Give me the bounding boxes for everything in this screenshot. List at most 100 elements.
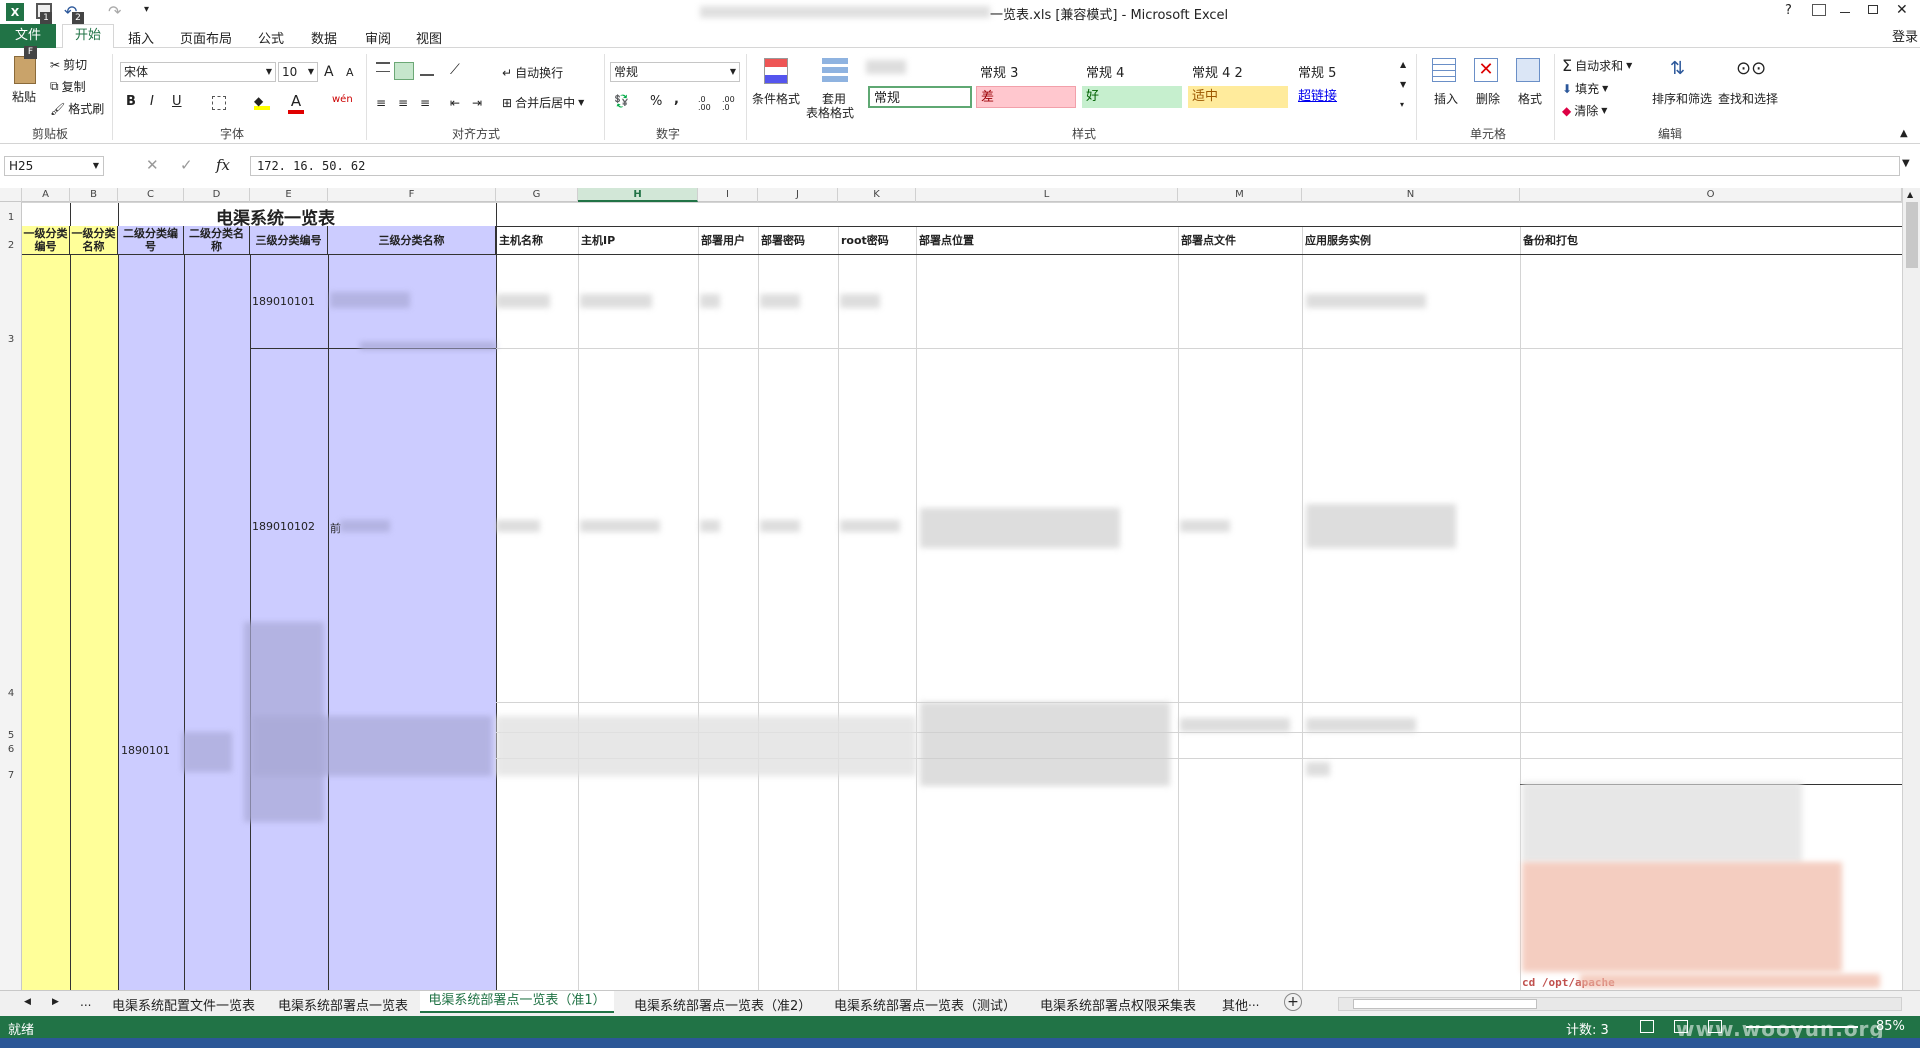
row-header-3[interactable]: 3 xyxy=(0,334,22,345)
sheet-tab-deploy-test[interactable]: 电渠系统部署点一览表（测试） xyxy=(834,995,1016,1014)
border-icon[interactable] xyxy=(212,96,226,110)
insert-function-icon[interactable]: fx xyxy=(216,156,230,174)
cell-e3[interactable]: 189010101 xyxy=(252,295,315,308)
decrease-decimal-icon[interactable]: .00 .0 xyxy=(722,96,744,112)
row-header-4[interactable]: 4 xyxy=(0,688,22,699)
delete-cells-button[interactable]: 删除 xyxy=(1476,90,1500,107)
row-header-1[interactable]: 1 xyxy=(0,212,22,223)
font-color-icon[interactable]: A xyxy=(288,92,304,114)
tab-review[interactable]: 审阅 xyxy=(365,28,391,47)
redo-icon[interactable]: ↷ xyxy=(108,2,121,21)
tab-page-layout[interactable]: 页面布局 xyxy=(180,28,232,47)
find-select-button[interactable]: 查找和选择 xyxy=(1718,90,1778,107)
row-header-5[interactable]: 5 xyxy=(0,730,22,741)
style-normal-4[interactable]: 常规 4 xyxy=(1086,62,1124,81)
collapse-ribbon-icon[interactable]: ▲ xyxy=(1900,128,1908,139)
styles-scroll-up-icon[interactable]: ▲ xyxy=(1400,60,1406,69)
align-right-icon[interactable]: ≡ xyxy=(420,96,430,110)
cell-c-merged[interactable]: 1890101 xyxy=(121,744,170,757)
align-middle-icon[interactable] xyxy=(394,62,414,80)
fill-button[interactable]: ⬇ 填充 ▼ xyxy=(1562,80,1608,97)
restore-button[interactable] xyxy=(1868,5,1878,14)
column-header-h[interactable]: H xyxy=(578,188,698,202)
select-all-corner[interactable] xyxy=(0,188,22,202)
column-header-f[interactable]: F xyxy=(328,188,496,202)
customize-qat-icon[interactable]: ▾ xyxy=(144,4,149,15)
currency-icon[interactable]: 💱 xyxy=(614,94,629,108)
cancel-entry-icon[interactable]: ✕ xyxy=(146,156,159,174)
tab-view[interactable]: 视图 xyxy=(416,28,442,47)
align-center-icon[interactable]: ≡ xyxy=(398,96,408,110)
italic-button[interactable]: I xyxy=(150,94,154,109)
style-neutral[interactable]: 适中 xyxy=(1188,86,1288,108)
normal-view-icon[interactable] xyxy=(1640,1020,1654,1033)
row-header-6[interactable]: 6 xyxy=(0,744,22,755)
tab-more-right[interactable]: ... xyxy=(1248,995,1259,1009)
column-header-j[interactable]: J xyxy=(758,188,838,202)
styles-scroll-down-icon[interactable]: ▼ xyxy=(1400,80,1406,89)
column-header-o[interactable]: O xyxy=(1520,188,1902,202)
sheet-tab-deploy-zhun2[interactable]: 电渠系统部署点一览表（准2） xyxy=(634,995,811,1014)
increase-indent-icon[interactable]: ⇥ xyxy=(472,96,482,110)
vertical-scrollbar[interactable]: ▲ xyxy=(1902,188,1920,990)
bold-button[interactable]: B xyxy=(126,94,136,109)
style-good[interactable]: 好 xyxy=(1082,86,1182,108)
format-cells-button[interactable]: 格式 xyxy=(1518,90,1542,107)
tab-insert[interactable]: 插入 xyxy=(128,28,154,47)
comma-button[interactable]: , xyxy=(674,92,679,107)
column-header-e[interactable]: E xyxy=(250,188,328,202)
worksheet-grid[interactable]: 1 2 3 4 5 6 7 电渠系统一览表 一级分类编号 一级分类名称 二级分类… xyxy=(0,202,1902,992)
tab-nav-left-icon[interactable]: ◀ xyxy=(24,997,31,1007)
format-painter-button[interactable]: 🖌 格式刷 xyxy=(50,100,104,117)
login-link[interactable]: 登录 xyxy=(1892,26,1918,45)
style-bad[interactable]: 差 xyxy=(976,86,1076,108)
column-header-b[interactable]: B xyxy=(70,188,118,202)
shrink-font-button[interactable]: A xyxy=(346,66,354,79)
column-header-k[interactable]: K xyxy=(838,188,916,202)
decrease-indent-icon[interactable]: ⇤ xyxy=(450,96,460,110)
merge-center-button[interactable]: ⊞ 合并后居中 ▼ xyxy=(502,94,584,111)
clear-button[interactable]: ◆ 清除 ▼ xyxy=(1562,102,1607,119)
name-box[interactable]: H25 ▼ xyxy=(4,156,104,176)
sort-filter-button[interactable]: 排序和筛选 xyxy=(1652,90,1712,107)
sheet-tab-other[interactable]: 其他 xyxy=(1222,995,1248,1014)
font-name-select[interactable]: 宋体 ▼ xyxy=(120,62,276,82)
underline-button[interactable]: U xyxy=(172,94,182,109)
zoom-level[interactable]: 85% xyxy=(1876,1019,1905,1034)
cut-button[interactable]: ✂ 剪切 xyxy=(50,56,87,73)
style-normal[interactable]: 常规 xyxy=(868,86,972,108)
close-button[interactable]: ✕ xyxy=(1896,2,1908,18)
row-header-7[interactable]: 7 xyxy=(0,770,22,781)
number-format-select[interactable]: 常规 ▼ xyxy=(610,62,740,82)
row-header-2[interactable]: 2 xyxy=(0,240,22,251)
align-left-icon[interactable]: ≡ xyxy=(376,96,386,110)
horizontal-scroll-thumb[interactable] xyxy=(1353,999,1537,1009)
fill-color-icon[interactable]: ◆ xyxy=(254,94,270,110)
tab-data[interactable]: 数据 xyxy=(311,28,337,47)
autosum-button[interactable]: Σ 自动求和 ▼ xyxy=(1562,56,1632,75)
sheet-tab-deploy[interactable]: 电渠系统部署点一览表 xyxy=(278,995,408,1014)
minimize-button[interactable] xyxy=(1840,12,1850,13)
paste-button[interactable]: 粘贴 xyxy=(12,88,36,105)
column-header-a[interactable]: A xyxy=(22,188,70,202)
sheet-tab-config[interactable]: 电渠系统配置文件一览表 xyxy=(112,995,255,1014)
wrap-text-button[interactable]: ↵ 自动换行 xyxy=(502,64,563,81)
tab-nav-right-icon[interactable]: ▶ xyxy=(52,997,59,1007)
tab-more-left[interactable]: ... xyxy=(80,995,91,1009)
column-header-l[interactable]: L xyxy=(916,188,1178,202)
align-bottom-icon[interactable] xyxy=(420,66,434,76)
column-header-i[interactable]: I xyxy=(698,188,758,202)
styles-more-icon[interactable]: ▾ xyxy=(1400,100,1404,109)
column-header-m[interactable]: M xyxy=(1178,188,1302,202)
tab-home[interactable]: 开始 xyxy=(62,24,114,49)
horizontal-scrollbar[interactable] xyxy=(1338,997,1902,1011)
sheet-tab-deploy-zhun1[interactable]: 电渠系统部署点一览表（准1） xyxy=(420,991,614,1013)
help-button[interactable]: ? xyxy=(1785,3,1792,18)
grow-font-button[interactable]: A xyxy=(324,64,334,80)
font-size-select[interactable]: 10 ▼ xyxy=(278,62,318,82)
sheet-tab-permissions[interactable]: 电渠系统部署点权限采集表 xyxy=(1040,995,1196,1014)
tab-formulas[interactable]: 公式 xyxy=(258,28,284,47)
phonetic-icon[interactable]: wén xyxy=(332,94,353,105)
confirm-entry-icon[interactable]: ✓ xyxy=(180,156,193,174)
increase-decimal-icon[interactable]: .0 .00 xyxy=(698,96,720,112)
